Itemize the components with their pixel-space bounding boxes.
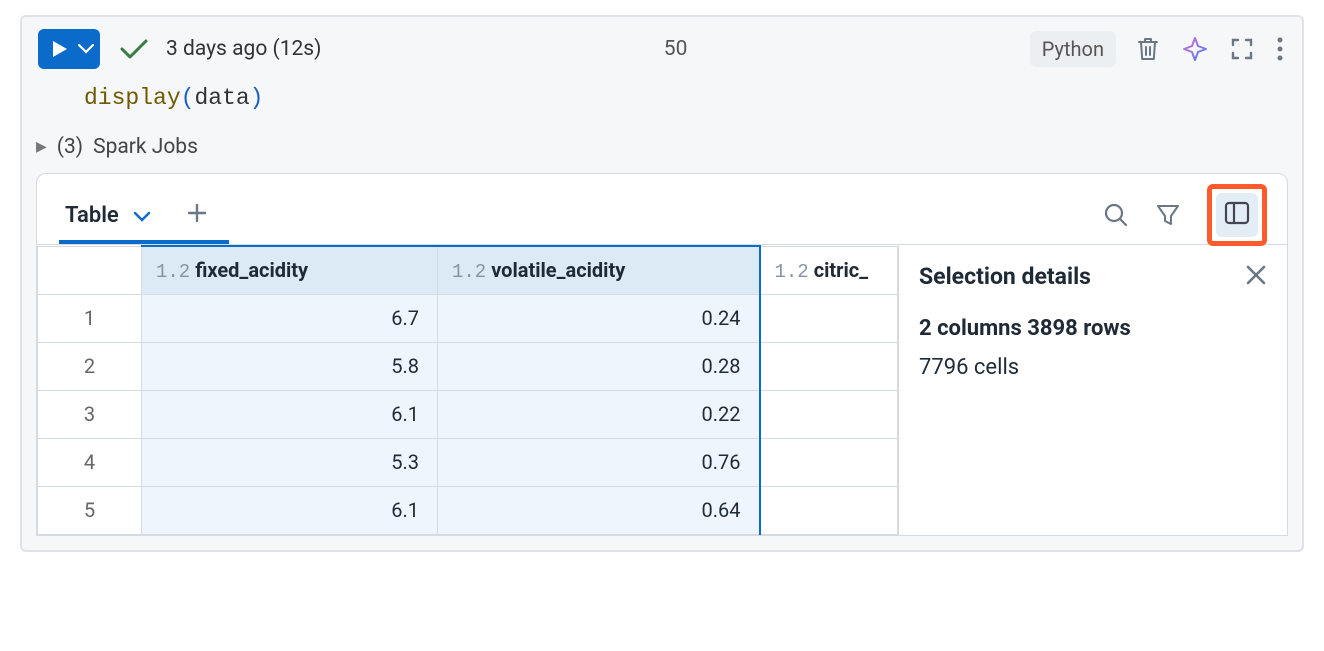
table-row[interactable]: 16.70.24 — [38, 294, 898, 342]
language-badge[interactable]: Python — [1030, 31, 1116, 67]
close-icon[interactable] — [1245, 264, 1267, 290]
chevron-down-icon[interactable] — [78, 44, 94, 54]
type-tag: 1.2 — [156, 261, 190, 283]
code-open-paren: ( — [181, 85, 195, 111]
column-name: fixed_acidity — [195, 258, 308, 282]
play-icon — [52, 40, 68, 58]
table-cell[interactable]: 5.3 — [142, 438, 438, 486]
type-tag: 1.2 — [775, 261, 809, 283]
selection-details-panel: Selection details 2 columns 3898 rows 77… — [898, 245, 1287, 535]
table-cell[interactable]: 6.7 — [142, 294, 438, 342]
code-line[interactable]: display(data) — [22, 79, 1302, 129]
table-cell[interactable] — [760, 390, 898, 438]
corner-cell — [38, 246, 142, 294]
cell-action-icons — [1136, 36, 1284, 62]
table-cell[interactable]: 5.8 — [142, 342, 438, 390]
code-var: data — [194, 85, 249, 111]
code-fn: display — [84, 85, 181, 111]
row-number[interactable]: 1 — [38, 294, 142, 342]
column-name: volatile_acidity — [491, 258, 625, 282]
sparkle-icon[interactable] — [1182, 36, 1208, 62]
selection-details-title: Selection details — [919, 263, 1091, 290]
table-cell[interactable] — [760, 438, 898, 486]
tab-underline — [59, 240, 229, 244]
output-tabs: Table — [37, 174, 1287, 244]
column-header[interactable]: 1.2 volatile_acidity — [438, 246, 760, 294]
table-cell[interactable]: 0.28 — [438, 342, 760, 390]
table-cell[interactable]: 6.1 — [142, 390, 438, 438]
column-header[interactable]: 1.2 fixed_acidity — [142, 246, 438, 294]
table-cell[interactable]: 6.1 — [142, 486, 438, 534]
search-icon[interactable] — [1103, 202, 1129, 228]
tab-table-label: Table — [65, 203, 119, 228]
highlighted-sidebar-toggle — [1207, 184, 1267, 246]
panel-icon — [1224, 201, 1250, 229]
selection-summary: 2 columns 3898 rows — [919, 316, 1267, 341]
table-row[interactable]: 36.10.22 — [38, 390, 898, 438]
table-area: 1.2 fixed_acidity 1.2 volatile_acidity 1… — [37, 244, 1287, 535]
table-cell[interactable] — [760, 486, 898, 534]
last-run-status: 3 days ago (12s) — [166, 37, 321, 61]
cell-toolbar: 3 days ago (12s) 50 Python — [22, 25, 1302, 79]
spark-label: Spark Jobs — [93, 135, 198, 159]
selection-cells: 7796 cells — [919, 355, 1267, 380]
spark-jobs-toggle[interactable]: ▶ (3) Spark Jobs — [22, 129, 1302, 173]
run-button[interactable] — [38, 29, 100, 69]
sidebar-toggle-button[interactable] — [1216, 193, 1258, 237]
chevron-down-icon[interactable] — [133, 203, 151, 228]
column-header[interactable]: 1.2 citric_ — [760, 246, 898, 294]
notebook-cell: 3 days ago (12s) 50 Python display(dat — [20, 15, 1304, 552]
row-number[interactable]: 3 — [38, 390, 142, 438]
triangle-right-icon: ▶ — [36, 139, 47, 155]
expand-icon[interactable] — [1230, 37, 1254, 61]
data-table: 1.2 fixed_acidity 1.2 volatile_acidity 1… — [37, 245, 898, 535]
type-tag: 1.2 — [452, 261, 486, 283]
more-icon[interactable] — [1276, 36, 1284, 62]
output-panel: Table — [36, 173, 1288, 536]
row-number[interactable]: 2 — [38, 342, 142, 390]
table-cell[interactable]: 0.76 — [438, 438, 760, 486]
filter-icon[interactable] — [1155, 202, 1181, 228]
code-close-paren: ) — [250, 85, 264, 111]
row-number[interactable]: 5 — [38, 486, 142, 534]
spark-count: (3) — [57, 135, 83, 159]
table-cell[interactable]: 0.64 — [438, 486, 760, 534]
tab-table[interactable]: Table — [65, 186, 151, 244]
plus-icon[interactable] — [187, 203, 207, 227]
table-cell[interactable]: 0.24 — [438, 294, 760, 342]
check-icon — [118, 38, 148, 60]
table-cell[interactable] — [760, 294, 898, 342]
row-number[interactable]: 4 — [38, 438, 142, 486]
trash-icon[interactable] — [1136, 36, 1160, 62]
table-row[interactable]: 56.10.64 — [38, 486, 898, 534]
table-cell[interactable]: 0.22 — [438, 390, 760, 438]
cell-exec-count: 50 — [664, 37, 688, 61]
column-name: citric_ — [814, 258, 868, 282]
table-cell[interactable] — [760, 342, 898, 390]
table-row[interactable]: 25.80.28 — [38, 342, 898, 390]
table-row[interactable]: 45.30.76 — [38, 438, 898, 486]
